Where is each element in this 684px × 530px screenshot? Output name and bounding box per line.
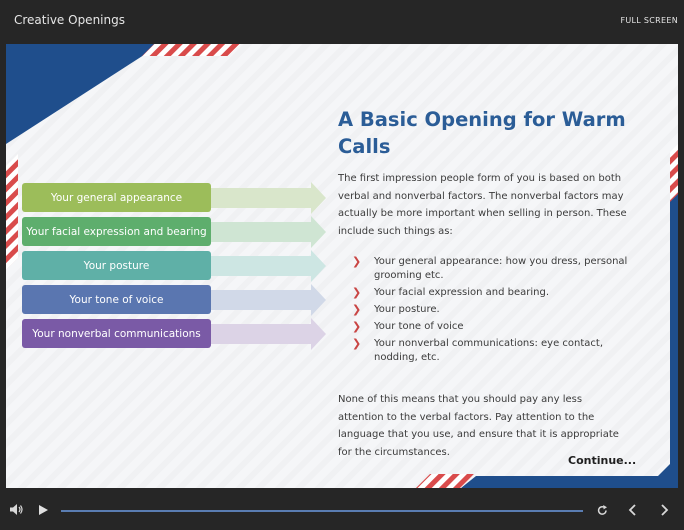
stripe-band-top bbox=[142, 44, 241, 56]
diagram-arrow bbox=[211, 182, 326, 214]
chevron-right-icon: ❯ bbox=[352, 303, 362, 316]
corner-triangle-top-left bbox=[6, 44, 161, 144]
diagram-arrow bbox=[211, 318, 326, 350]
intro-paragraph: The first impression people form of you … bbox=[338, 173, 627, 237]
diagram-arrow bbox=[211, 216, 326, 248]
outro-paragraph: None of this means that you should pay a… bbox=[338, 394, 619, 458]
player-controls bbox=[0, 488, 684, 530]
next-icon[interactable] bbox=[661, 504, 669, 516]
stripe-band-left bbox=[6, 154, 18, 270]
list-item: ❯ Your nonverbal communications: eye cont… bbox=[352, 337, 604, 364]
volume-icon[interactable] bbox=[10, 504, 23, 515]
play-icon[interactable] bbox=[39, 505, 48, 515]
slide: Your general appearance Your facial expr… bbox=[6, 44, 678, 488]
progress-bar[interactable] bbox=[61, 510, 583, 512]
list-item: ❯ Your posture. bbox=[352, 303, 440, 316]
chevron-right-icon: ❯ bbox=[352, 320, 362, 333]
chevron-right-icon: ❯ bbox=[352, 255, 362, 268]
list-item: ❯ Your facial expression and bearing. bbox=[352, 286, 550, 299]
continue-link[interactable]: Continue... bbox=[568, 454, 636, 467]
diagram-item: Your posture bbox=[22, 251, 211, 280]
fullscreen-button[interactable]: FULL SCREEN bbox=[620, 16, 678, 25]
slide-heading: A Basic Opening for Warm Calls bbox=[338, 108, 626, 158]
diagram-arrow bbox=[211, 284, 326, 316]
chevron-right-icon: ❯ bbox=[352, 337, 362, 350]
previous-icon[interactable] bbox=[628, 504, 636, 516]
diagram-item: Your general appearance bbox=[22, 183, 211, 212]
diagram-item: Your facial expression and bearing bbox=[22, 217, 211, 246]
app-title: Creative Openings bbox=[14, 13, 125, 27]
chevron-right-icon: ❯ bbox=[352, 286, 362, 299]
list-item: ❯ Your general appearance: how you dress,… bbox=[352, 255, 628, 282]
replay-icon[interactable] bbox=[597, 505, 608, 516]
diagram-arrow bbox=[211, 250, 326, 282]
title-bar: Creative Openings FULL SCREEN bbox=[0, 0, 684, 44]
bullet-list: ❯ Your general appearance: how you dress,… bbox=[352, 255, 642, 368]
diagram-item: Your nonverbal communications bbox=[22, 319, 211, 348]
stripe-band-right bbox=[670, 144, 678, 202]
list-item: ❯ Your tone of voice bbox=[352, 320, 464, 333]
diagram-item: Your tone of voice bbox=[22, 285, 211, 314]
